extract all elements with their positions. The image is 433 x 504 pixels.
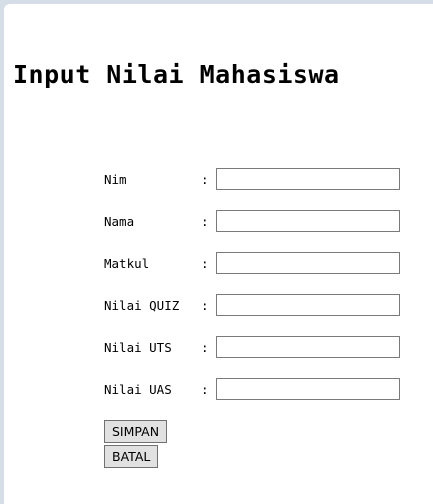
- form-row-nilai-quiz: Nilai QUIZ :: [104, 290, 404, 332]
- form-row-nim: Nim :: [104, 164, 404, 206]
- form-row-nilai-uts: Nilai UTS :: [104, 332, 404, 374]
- nim-separator: :: [201, 172, 209, 187]
- nilai-uts-input[interactable]: [216, 336, 400, 358]
- nilai-quiz-label: Nilai QUIZ: [104, 298, 180, 313]
- simpan-button[interactable]: SIMPAN: [104, 420, 168, 443]
- nilai-uas-label: Nilai UAS: [104, 382, 172, 397]
- matkul-label: Matkul: [104, 256, 150, 271]
- matkul-separator: :: [201, 256, 209, 271]
- nilai-uts-separator: :: [201, 340, 209, 355]
- form-row-nilai-uas: Nilai UAS :: [104, 374, 404, 416]
- nilai-uas-separator: :: [201, 382, 209, 397]
- batal-button[interactable]: BATAL: [104, 445, 159, 468]
- grade-input-form: Nim : Nama : Matkul : Nilai QUIZ : Nilai…: [104, 164, 404, 416]
- nilai-quiz-input[interactable]: [216, 294, 400, 316]
- nama-input[interactable]: [216, 210, 400, 232]
- nilai-uts-label: Nilai UTS: [104, 340, 172, 355]
- nim-label: Nim: [104, 172, 127, 187]
- nama-separator: :: [201, 214, 209, 229]
- nilai-quiz-separator: :: [201, 298, 209, 313]
- matkul-input[interactable]: [216, 252, 400, 274]
- nim-input[interactable]: [216, 168, 400, 190]
- nama-label: Nama: [104, 214, 135, 229]
- form-row-nama: Nama :: [104, 206, 404, 248]
- nilai-uas-input[interactable]: [216, 378, 400, 400]
- page-title: Input Nilai Mahasiswa: [13, 60, 340, 89]
- form-buttons: SIMPAN BATAL: [104, 420, 168, 470]
- form-row-matkul: Matkul :: [104, 248, 404, 290]
